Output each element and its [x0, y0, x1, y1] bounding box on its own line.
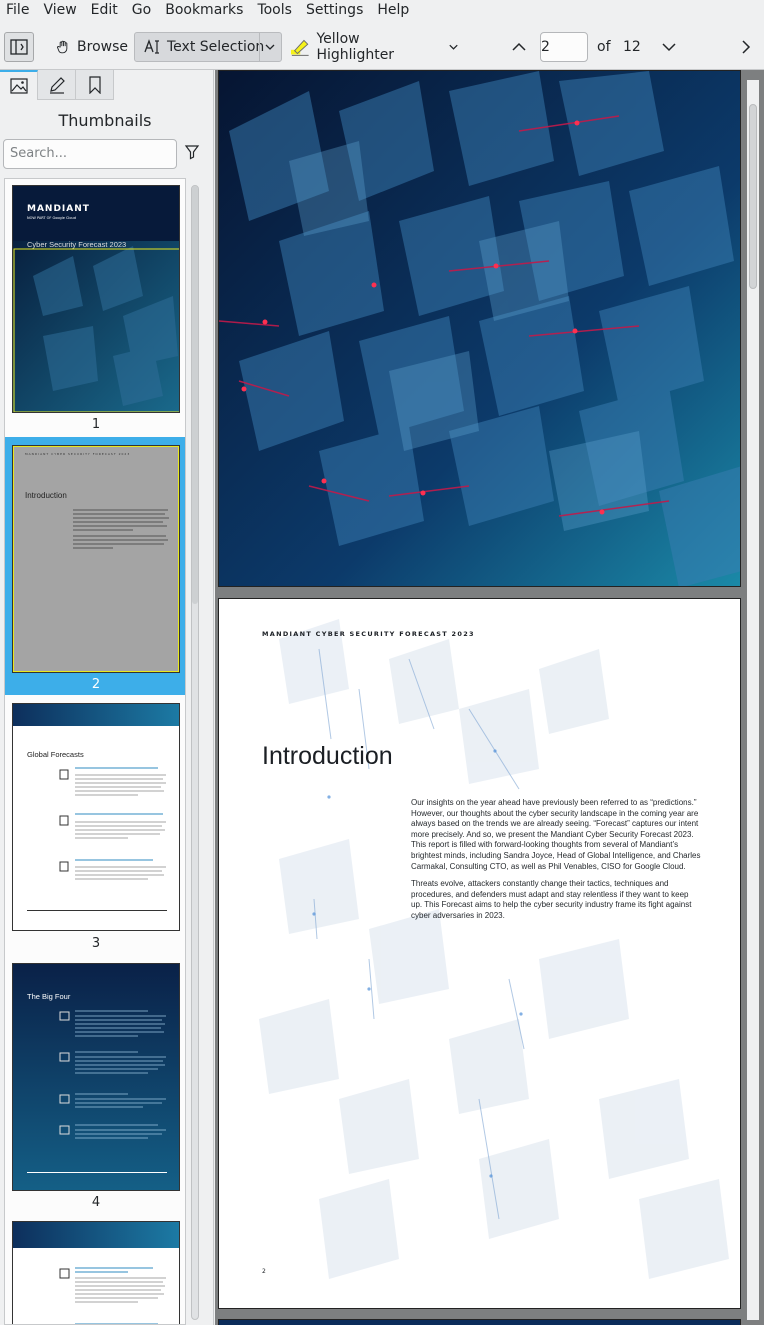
menu-tools[interactable]: Tools [250, 0, 299, 20]
image-icon [9, 78, 28, 94]
filter-icon[interactable] [184, 144, 200, 160]
thumbnail-image: The Big Four [12, 963, 180, 1191]
tab-annotations[interactable] [38, 70, 76, 100]
thumb-title: The Big Four [27, 992, 71, 1001]
body-paragraph: Threats evolve, attackers constantly cha… [411, 879, 692, 920]
text-block [59, 1010, 166, 1139]
thumbnail-image: MANDIANT NOW PART OF Google Cloud Cyber … [12, 185, 180, 413]
thumbnail-number: 4 [91, 1195, 101, 1210]
highlighter-label: Yellow Highlighter [316, 31, 395, 63]
thumbnail-image [12, 1221, 180, 1324]
thumb-brand: MANDIANT [27, 204, 90, 214]
thumbnail-page-3[interactable]: Global Forecasts 3 [5, 695, 185, 955]
chevron-right-icon [742, 40, 751, 54]
thumbnail-image: MANDIANT CYBER SECURITY FORECAST 2023 In… [12, 445, 180, 673]
thumbnail-page-4[interactable]: The Big Four 4 [5, 955, 185, 1213]
sidebar-panel-icon [10, 39, 28, 55]
page-of-label: of [597, 39, 611, 55]
menu-go[interactable]: Go [125, 0, 158, 20]
divider [27, 910, 167, 911]
page-number-input[interactable]: 2 [540, 32, 588, 62]
divider [27, 1172, 167, 1173]
document-page-3 [218, 1319, 741, 1325]
hand-icon [57, 40, 68, 54]
body-paragraph: Our insights on the year ahead have prev… [411, 798, 701, 871]
browse-tool-button[interactable]: Browse [50, 32, 128, 62]
text-cursor-icon [144, 39, 159, 54]
sidebar-panel: Thumbnails Search... MANDIANT NOW PART O… [0, 70, 214, 1325]
menu-view[interactable]: View [36, 0, 83, 20]
forward-button[interactable] [736, 32, 756, 62]
text-selection-label: Text Selection [167, 39, 265, 55]
cover-artwork [219, 71, 740, 586]
highlighter-icon [290, 39, 309, 56]
chevron-down-icon[interactable] [447, 40, 460, 54]
highlight-frame [13, 446, 179, 672]
thumbnail-list: MANDIANT NOW PART OF Google Cloud Cyber … [4, 178, 186, 1325]
document-scrollbar[interactable] [747, 80, 759, 1320]
highlighter-tool-button[interactable]: Yellow Highlighter [288, 31, 460, 63]
tab-bookmarks[interactable] [76, 70, 114, 100]
document-view[interactable]: MANDIANT CYBER SECURITY FORECAST 2023 In… [215, 70, 764, 1325]
page-body: Our insights on the year ahead have prev… [411, 798, 701, 929]
browse-label: Browse [77, 39, 128, 55]
bookmark-icon [88, 75, 101, 94]
menu-file[interactable]: File [0, 0, 36, 20]
pen-icon [49, 76, 65, 94]
scrollbar-handle[interactable] [749, 104, 757, 289]
thumbnail-page-1[interactable]: MANDIANT NOW PART OF Google Cloud Cyber … [5, 179, 185, 437]
previous-page-button[interactable] [508, 32, 530, 62]
chevron-down-icon [662, 43, 676, 52]
thumbnail-number: 1 [91, 417, 101, 432]
thumbnail-page-2[interactable]: MANDIANT CYBER SECURITY FORECAST 2023 In… [5, 437, 185, 695]
thumb-banner [13, 704, 179, 726]
menu-help[interactable]: Help [370, 0, 416, 20]
sidebar-tabs [0, 70, 114, 100]
scrollbar-handle[interactable] [192, 186, 198, 604]
text-block [59, 1267, 166, 1324]
main-toolbar: Browse Text Selection Yellow Highlighter… [0, 20, 764, 70]
chevron-down-icon[interactable] [263, 40, 277, 54]
thumbnail-page-5[interactable] [5, 1213, 185, 1324]
sidebar-toggle-button[interactable] [4, 32, 34, 62]
document-page-1 [218, 70, 741, 587]
thumbnail-image: Global Forecasts [12, 703, 180, 931]
page-number: 2 [262, 1268, 266, 1275]
text-selection-tool-button[interactable]: Text Selection [134, 32, 282, 62]
thumb-brand-sub: NOW PART OF Google Cloud [27, 216, 76, 220]
thumbnail-search-input[interactable]: Search... [3, 139, 177, 169]
menu-settings[interactable]: Settings [299, 0, 370, 20]
chevron-up-icon [512, 42, 526, 51]
thumb-banner [13, 1222, 179, 1248]
page-background-pattern [259, 619, 729, 1279]
page-header: MANDIANT CYBER SECURITY FORECAST 2023 [262, 630, 475, 638]
thumb-title: Global Forecasts [27, 750, 84, 759]
thumbnail-number: 2 [91, 677, 101, 692]
total-pages-label: 12 [623, 39, 641, 55]
text-block [59, 767, 166, 880]
menu-edit[interactable]: Edit [84, 0, 125, 20]
tab-thumbnails[interactable] [0, 70, 38, 100]
document-page-2: MANDIANT CYBER SECURITY FORECAST 2023 In… [218, 598, 741, 1309]
sidebar-title: Thumbnails [58, 111, 152, 130]
cover-art [13, 241, 179, 412]
thumbnail-number: 3 [91, 936, 101, 951]
menu-bookmarks[interactable]: Bookmarks [158, 0, 250, 20]
split-divider [259, 33, 260, 61]
menu-bar: File View Edit Go Bookmarks Tools Settin… [0, 0, 764, 20]
page-title: Introduction [262, 742, 393, 770]
thumb-title: Cyber Security Forecast 2023 [27, 240, 127, 249]
next-page-button[interactable] [658, 32, 680, 62]
thumbnail-scrollbar[interactable] [191, 185, 199, 1320]
